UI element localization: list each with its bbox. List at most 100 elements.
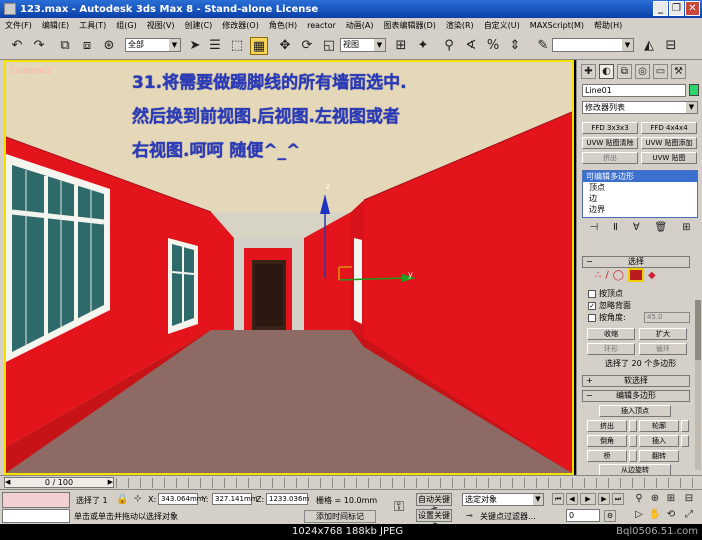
polygon-mode-icon[interactable]	[627, 268, 644, 282]
key-filters-button[interactable]: 关键点过滤器...	[480, 511, 536, 522]
mirror-icon[interactable]: ◭	[640, 37, 658, 55]
edge-mode-icon[interactable]: ∕	[605, 270, 608, 281]
pin-stack-icon[interactable]: ⊣	[589, 222, 598, 238]
key-mode-dropdown[interactable]: 选定对象	[462, 493, 544, 506]
maximize-viewport-icon[interactable]: ⤢	[682, 508, 696, 522]
stack-item-vertex[interactable]: 顶点	[583, 182, 697, 193]
make-unique-icon[interactable]: ∀	[633, 222, 640, 238]
display-tab-icon[interactable]: ▭	[653, 64, 668, 79]
bridge-button[interactable]: 桥	[587, 450, 627, 462]
undo-icon[interactable]: ↶	[8, 37, 26, 55]
align-icon[interactable]: ⊟	[662, 37, 680, 55]
outline-settings-button[interactable]	[681, 420, 689, 432]
stack-item-editable-poly[interactable]: 可编辑多边形	[583, 171, 697, 182]
extrude-button[interactable]: 挤出	[587, 420, 627, 432]
bevel-settings-button[interactable]	[629, 435, 637, 447]
zoom-extents-icon[interactable]: ⊞	[664, 492, 678, 506]
angle-spinner[interactable]: 45.0	[644, 312, 690, 323]
inset-button[interactable]: 插入	[639, 435, 679, 447]
menu-views[interactable]: 视图(V)	[142, 20, 180, 31]
select-rotate-icon[interactable]: ⟳	[298, 37, 316, 55]
selection-filter-dropdown[interactable]: 全部	[125, 38, 181, 52]
by-vertex-checkbox[interactable]: 按顶点	[588, 288, 623, 299]
pan-icon[interactable]: ✋	[648, 508, 662, 522]
flip-button[interactable]: 翻转	[639, 450, 679, 462]
z-coordinate-field[interactable]: 1233.036m	[266, 493, 309, 505]
menu-file[interactable]: 文件(F)	[0, 20, 37, 31]
unlink-icon[interactable]: ⧈	[78, 37, 96, 55]
uvw-clear-button[interactable]: UVW 贴图清除	[582, 137, 638, 149]
select-by-name-icon[interactable]: ☰	[206, 37, 224, 55]
menu-modifiers[interactable]: 修改器(O)	[217, 20, 264, 31]
goto-start-button[interactable]: ⏮	[552, 493, 564, 505]
select-scale-icon[interactable]: ◱	[320, 37, 338, 55]
orbit-icon[interactable]: ⟲	[664, 508, 678, 522]
select-move-icon[interactable]: ✥	[276, 37, 294, 55]
soft-selection-rollout[interactable]: + 软选择	[582, 375, 690, 387]
insert-vertex-button[interactable]: 插入顶点	[599, 405, 671, 417]
shrink-button[interactable]: 收缩	[587, 328, 635, 340]
uvw-map-button[interactable]: UVW 贴图	[641, 152, 697, 164]
extrude-mod-button[interactable]: 挤出	[582, 152, 638, 164]
key-filter-icon[interactable]: ⊸	[466, 511, 473, 520]
pivot-center-icon[interactable]: ⊞	[392, 37, 410, 55]
ffd444-button[interactable]: FFD 4x4x4	[641, 122, 697, 134]
selection-rollout[interactable]: − 选择	[582, 256, 690, 268]
spinner-snap-icon[interactable]: ⇕	[506, 37, 524, 55]
edit-polygons-rollout[interactable]: − 编辑多边形	[582, 390, 690, 402]
menu-character[interactable]: 角色(H)	[264, 20, 302, 31]
by-angle-checkbox[interactable]: 按角度:	[588, 312, 626, 323]
link-icon[interactable]: ⧉	[56, 37, 74, 55]
zoom-extents-all-icon[interactable]: ⊟	[682, 492, 696, 506]
prev-frame-button[interactable]: ◀	[566, 493, 578, 505]
show-end-result-icon[interactable]: Ⅱ	[613, 222, 618, 238]
menu-group[interactable]: 组(G)	[111, 20, 141, 31]
time-config-button[interactable]: ⚙	[604, 510, 616, 522]
menu-help[interactable]: 帮助(H)	[589, 20, 627, 31]
vertex-mode-icon[interactable]: ∴	[595, 270, 601, 281]
modifier-list-dropdown[interactable]: 修改器列表	[582, 101, 698, 114]
window-crossing-icon[interactable]: ▦	[250, 37, 268, 55]
object-name-field[interactable]: Line01	[582, 84, 686, 97]
motion-tab-icon[interactable]: ◎	[635, 64, 650, 79]
lock-icon[interactable]: 🔒	[116, 494, 128, 505]
current-frame-field[interactable]: 0	[566, 509, 600, 522]
bridge-settings-button[interactable]	[629, 450, 637, 462]
create-tab-icon[interactable]: ✚	[581, 64, 596, 79]
reference-coordinate-dropdown[interactable]: 视图	[340, 38, 386, 52]
utilities-tab-icon[interactable]: ⚒	[671, 64, 686, 79]
viewport-label[interactable]: Camera02	[10, 66, 52, 75]
rectangular-selection-icon[interactable]: ⬚	[228, 37, 246, 55]
zoom-all-icon[interactable]: ⊕	[648, 492, 662, 506]
configure-sets-icon[interactable]: ⊞	[682, 222, 690, 238]
loop-button[interactable]: 循环	[639, 343, 687, 355]
menu-reactor[interactable]: reactor	[302, 21, 341, 30]
menu-create[interactable]: 创建(C)	[179, 20, 217, 31]
remove-modifier-icon[interactable]: 🗑	[655, 222, 668, 238]
goto-end-button[interactable]: ⏭	[612, 493, 624, 505]
time-slider[interactable]: 0 / 100	[4, 477, 114, 488]
stack-item-edge[interactable]: 边	[583, 193, 697, 204]
close-button[interactable]: ✕	[685, 1, 700, 16]
y-coordinate-field[interactable]: 327.141mm	[212, 493, 258, 505]
track-bar[interactable]	[116, 478, 696, 488]
menu-customize[interactable]: 自定义(U)	[479, 20, 525, 31]
border-mode-icon[interactable]: ◯	[613, 270, 624, 281]
extrude-settings-button[interactable]	[629, 420, 637, 432]
key-icon[interactable]: ⚿	[392, 500, 406, 514]
inset-settings-button[interactable]	[681, 435, 689, 447]
play-button[interactable]: ▶	[580, 493, 596, 505]
menu-graph-editors[interactable]: 图表编辑器(D)	[378, 20, 440, 31]
bevel-button[interactable]: 倒角	[587, 435, 627, 447]
outline-button[interactable]: 轮廓	[639, 420, 679, 432]
percent-snap-icon[interactable]: %	[484, 37, 502, 55]
element-mode-icon[interactable]: ◆	[648, 270, 656, 281]
bind-spacewarp-icon[interactable]: ⊛	[100, 37, 118, 55]
modify-tab-icon[interactable]: ◐	[599, 64, 614, 79]
camera-viewport[interactable]: Camera02 31.将需要做踢脚线的所有墙面选中. 然后换到前视图.后视图.…	[4, 60, 574, 475]
redo-icon[interactable]: ↷	[30, 37, 48, 55]
grow-button[interactable]: 扩大	[639, 328, 687, 340]
add-time-tag-button[interactable]: 添加时间标记	[304, 510, 376, 523]
uvw-add-button[interactable]: UVW 贴图添加	[641, 137, 697, 149]
ffd333-button[interactable]: FFD 3x3x3	[582, 122, 638, 134]
